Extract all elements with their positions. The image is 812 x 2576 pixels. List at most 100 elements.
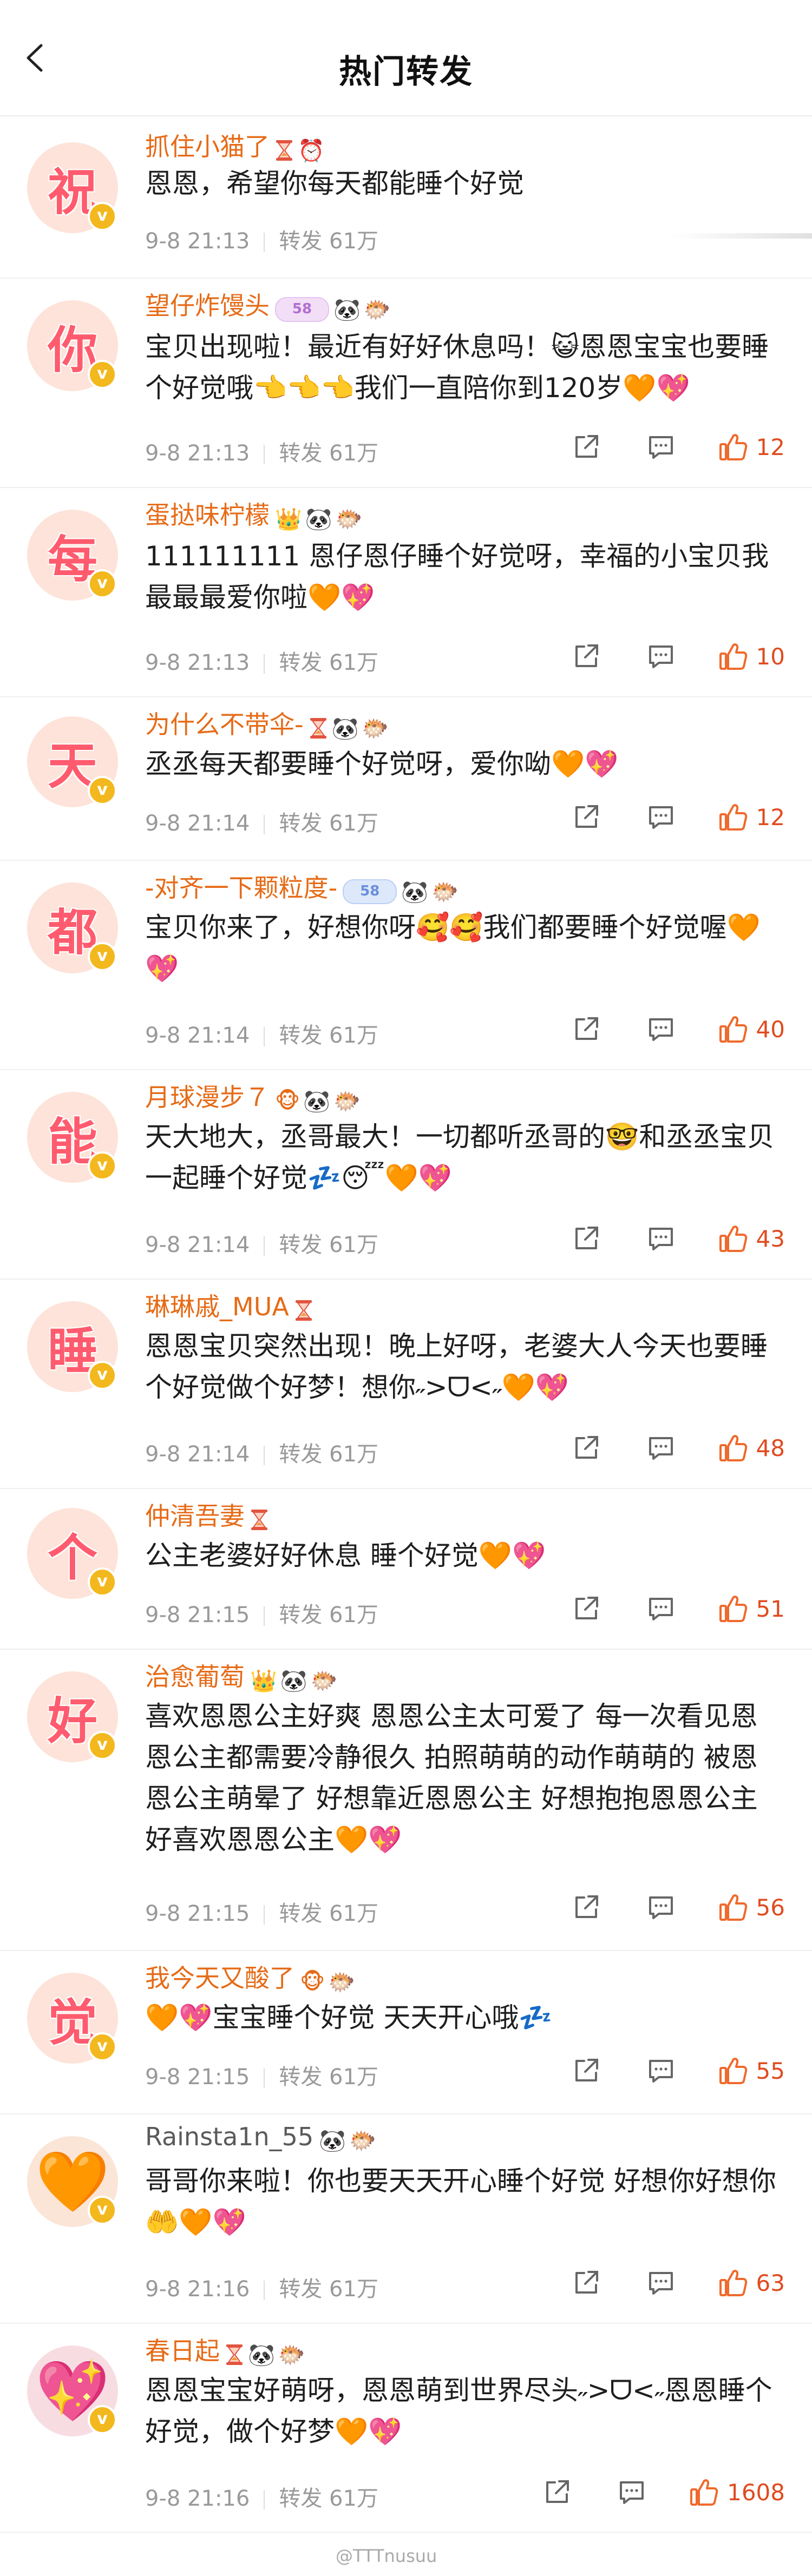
avatar[interactable]: 🧡 v [27, 2136, 118, 2227]
comment-icon[interactable] [647, 1015, 675, 1043]
repost-item[interactable]: 觉 v 我今天又酸了 🐵 🐡 🧡💖宝宝睡个好觉 天天开心哦💤 9-8 21:15 转发 61万… [0, 1951, 812, 2114]
hourglass-badge-icon [226, 2344, 243, 2365]
avatar[interactable]: 都v [27, 882, 118, 973]
like-count: 1608 [727, 2479, 785, 2506]
repost-text: 天大地大，丞哥最大！一切都听丞哥的🤓和丞丞宝贝一起睡个好觉💤😴🧡💖 [145, 1121, 775, 1194]
share-icon[interactable] [572, 1224, 600, 1253]
repost-item[interactable]: 能 v 月球漫步７ 🐵 🐼 🐡 天大地大，丞哥最大！一切都听丞哥的🤓和丞丞宝贝一起睡个好觉💤… [0, 1070, 812, 1280]
repost-text: 公主老婆好好休息 睡个好觉🧡💖 [145, 1540, 546, 1571]
username-row: 春日起 🐼 🐡 [145, 2331, 309, 2368]
username[interactable]: 琳琳戚_MUA [145, 1292, 289, 1321]
share-icon[interactable] [572, 1015, 600, 1043]
username[interactable]: Rainsta1n_55 [145, 2122, 313, 2151]
comment-icon[interactable] [647, 2269, 675, 2297]
thumbs-up-icon [719, 1596, 747, 1622]
repost-item[interactable]: 个 v 仲清吾妻 公主老婆好好休息 睡个好觉🧡💖 9-8 21:15 转发 61万 51 [0, 1489, 812, 1650]
page-title: 热门转发 [339, 53, 473, 91]
meta-row: 9-8 21:14 转发 61万 [145, 806, 378, 837]
like-button[interactable]: 1608 [689, 2478, 785, 2507]
avatar[interactable]: 睡v [27, 1301, 118, 1392]
repost-item[interactable]: 都 v -对齐一下颗粒度- 58 🐼 🐡 宝贝你来了，好想你呀🥰🥰我们都要睡个好觉喔🧡💖 9-… [0, 861, 812, 1070]
like-button[interactable]: 63 [718, 2268, 785, 2297]
username[interactable]: 春日起 [145, 2336, 220, 2366]
comment-icon[interactable] [647, 1434, 675, 1462]
avatar[interactable]: 天v [27, 716, 118, 807]
share-icon[interactable] [572, 433, 600, 461]
fan-badge-icon: 🐡 [310, 1668, 338, 1694]
fan-badge-icon: 🐡 [328, 1969, 356, 1995]
verified-badge-icon: v [88, 2405, 117, 2434]
level-badge: 58 [275, 297, 329, 322]
username-row: 为什么不带伞- 🐼 🐡 [145, 705, 392, 741]
like-button[interactable]: 40 [718, 1014, 785, 1044]
repost-item[interactable]: 祝 v 抓住小猫了 ⏰ 恩恩，希望你每天都能睡个好觉 9-8 21:13 转发 61万 [0, 115, 812, 279]
repost-item[interactable]: 💖 v 春日起 🐼 🐡 恩恩宝宝好萌呀，恩恩萌到世界尽头˶>ᗜ<˶恩恩睡个好觉，做个好梦🧡… [0, 2324, 812, 2533]
fan-badge-icon: 👑 [250, 1668, 277, 1694]
username[interactable]: 抓住小猫了 [145, 132, 270, 161]
comment-icon[interactable] [618, 2478, 646, 2506]
repost-item[interactable]: 睡 v 琳琳戚_MUA 恩恩宝贝突然出现！晚上好呀，老婆大人今天也要睡个好觉做个好梦！… [0, 1280, 812, 1489]
username[interactable]: 治愈葡萄 [145, 1662, 245, 1691]
username-row: -对齐一下颗粒度- 58 🐼 🐡 [145, 868, 462, 905]
username[interactable]: -对齐一下颗粒度- [145, 873, 337, 902]
username[interactable]: 为什么不带伞- [145, 710, 304, 739]
share-icon[interactable] [572, 1595, 600, 1623]
avatar[interactable]: 能v [27, 1092, 118, 1183]
fan-badge-icon: 🐼 [331, 716, 359, 741]
like-button[interactable]: 12 [718, 432, 785, 462]
action-bar: 63 [526, 2268, 785, 2297]
avatar[interactable]: 好v [27, 1671, 118, 1762]
username-row: 仲清吾妻 [145, 1497, 273, 1533]
share-icon[interactable] [572, 2057, 600, 2085]
share-icon[interactable] [543, 2478, 571, 2506]
like-button[interactable]: 56 [718, 1893, 785, 1922]
username[interactable]: 仲清吾妻 [145, 1501, 245, 1531]
divider [264, 1027, 265, 1046]
avatar[interactable]: 觉v [27, 1973, 118, 2064]
share-icon[interactable] [572, 803, 600, 831]
repost-item[interactable]: 天 v 为什么不带伞- 🐼 🐡 丞丞每天都要睡个好觉呀，爱你呦🧡💖 9-8 21:14 转发 … [0, 697, 812, 861]
comment-icon[interactable] [647, 1595, 675, 1623]
avatar[interactable]: 💖 v [27, 2346, 118, 2436]
repost-count: 转发 61万 [279, 811, 378, 836]
repost-text: 宝贝出现啦！最近有好好休息吗！😺恩恩宝宝也要睡个好觉哦👈👈👈我们一直陪你到120… [145, 331, 769, 404]
repost-item[interactable]: 你 v 望仔炸馒头 58 🐼 🐡 宝贝出现啦！最近有好好休息吗！😺恩恩宝宝也要睡个好觉哦👈👈… [0, 279, 812, 488]
fan-badge-icon: 🐡 [363, 297, 391, 322]
share-icon[interactable] [572, 642, 600, 670]
repost-item[interactable]: 好 v 治愈葡萄 👑 🐼 🐡 喜欢恩恩公主好爽 恩恩公主太可爱了 每一次看见恩恩公主都需要冷… [0, 1650, 812, 1951]
like-button[interactable]: 48 [718, 1433, 785, 1462]
share-icon[interactable] [572, 2269, 600, 2297]
repost-count: 转发 61万 [279, 2486, 378, 2511]
comment-icon[interactable] [647, 433, 675, 461]
share-icon[interactable] [572, 1893, 600, 1921]
fan-badge-icon: 🐡 [278, 2342, 305, 2368]
like-button[interactable]: 55 [718, 2056, 785, 2085]
like-count: 40 [756, 1016, 785, 1043]
comment-icon[interactable] [647, 2057, 675, 2085]
username[interactable]: 望仔炸馒头 [145, 291, 270, 320]
avatar[interactable]: 每v [27, 510, 118, 601]
username[interactable]: 我今天又酸了 [145, 1964, 294, 1993]
username[interactable]: 月球漫步７ [145, 1083, 270, 1112]
like-button[interactable]: 12 [718, 802, 785, 832]
repost-text: 恩恩，希望你每天都能睡个好觉 [145, 168, 524, 199]
repost-item[interactable]: 🧡 v Rainsta1n_55 🐼 🐡 哥哥你来啦！你也要天天开心睡个好觉 好想你好想你… [0, 2114, 812, 2324]
comment-icon[interactable] [647, 1224, 675, 1253]
like-button[interactable]: 51 [718, 1594, 785, 1623]
repost-count: 转发 61万 [279, 2065, 378, 2090]
like-button[interactable]: 43 [718, 1224, 785, 1253]
verified-badge-icon: v [88, 1567, 117, 1597]
avatar[interactable]: 你v [27, 300, 118, 391]
username[interactable]: 蛋挞味柠檬 [145, 500, 270, 530]
comment-icon[interactable] [647, 1893, 675, 1921]
timestamp: 9-8 21:15 [145, 1901, 250, 1926]
meta-row: 9-8 21:13 转发 61万 [145, 645, 378, 676]
avatar[interactable]: 祝v [27, 142, 118, 233]
avatar[interactable]: 个v [27, 1508, 118, 1599]
share-icon[interactable] [572, 1434, 600, 1462]
repost-item[interactable]: 每 v 蛋挞味柠檬 👑 🐼 🐡 111111111 恩仔恩仔睡个好觉呀，幸福的小宝贝我最最最… [0, 488, 812, 697]
repost-text: 恩恩宝宝好萌呀，恩恩萌到世界尽头˶>ᗜ<˶恩恩睡个好觉，做个好梦🧡💖 [145, 2375, 772, 2447]
comment-icon[interactable] [647, 803, 675, 831]
like-button[interactable]: 10 [718, 642, 785, 671]
comment-icon[interactable] [647, 642, 675, 670]
